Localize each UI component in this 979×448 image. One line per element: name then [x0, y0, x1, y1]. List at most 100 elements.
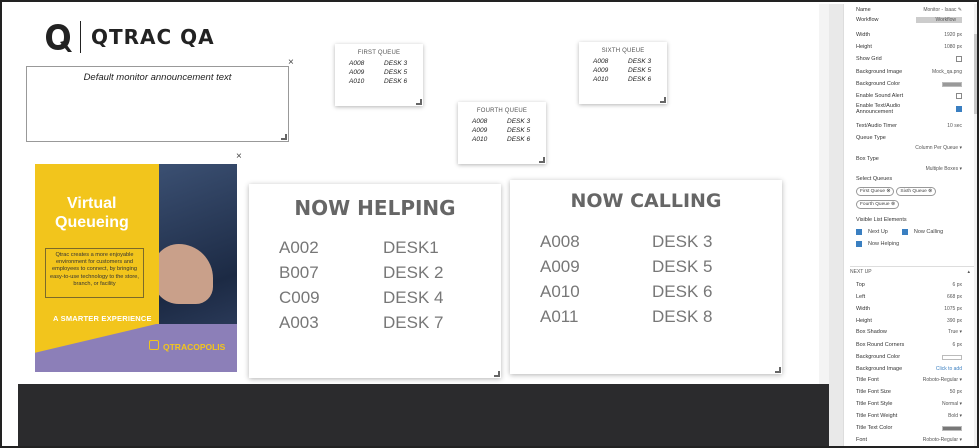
setting-timer[interactable]: Text/Audio Timer 10 sec — [856, 123, 962, 129]
box-type-select[interactable]: Multiple Boxes ▾ — [856, 166, 962, 172]
now-helping-checkbox[interactable] — [856, 241, 862, 247]
chevron-down-icon: ▾ — [959, 437, 962, 443]
chevron-down-icon: ▾ — [959, 377, 962, 383]
resize-handle-icon[interactable] — [775, 367, 781, 373]
resize-handle-icon[interactable] — [494, 371, 500, 377]
promo-image[interactable]: Virtual Queueing Qtrac creates a more en… — [35, 164, 237, 372]
scrollbar-thumb[interactable] — [974, 34, 977, 114]
queue-row: A008 DESK 3 — [472, 118, 531, 125]
setting-left[interactable]: Left 668 px — [856, 294, 962, 300]
panel-scrollbar[interactable] — [974, 4, 977, 446]
queue-card-title: FIRST QUEUE — [357, 50, 401, 56]
monitor-canvas: QTRAC QA Default monitor announcement te… — [4, 4, 829, 384]
now-calling-card[interactable]: NOW CALLING A008 DESK 3 A009 DESK 5 A010 DE… — [510, 180, 782, 374]
table-row: A002 DESK1 — [279, 238, 439, 257]
resize-handle-icon[interactable] — [539, 157, 545, 163]
show-grid-checkbox[interactable] — [956, 56, 962, 62]
color-swatch[interactable] — [942, 425, 962, 431]
announcement-box[interactable]: Default monitor announcement text — [26, 66, 289, 142]
visible-elements-row-2: Now Helping — [856, 241, 962, 247]
logo: QTRAC QA — [44, 20, 215, 54]
chevron-down-icon: ▾ — [959, 166, 962, 172]
setting-show-grid[interactable]: Show Grid — [856, 56, 962, 62]
queue-card-first[interactable]: FIRST QUEUE A008 DESK 3 A009 DESK 5 A010 DE… — [335, 44, 423, 106]
app-frame: QTRAC QA Default monitor announcement te… — [0, 0, 979, 448]
setting-title-text-color[interactable]: Title Text Color — [856, 425, 962, 431]
queue-row: A008 DESK 3 — [593, 58, 652, 65]
announcement-close-icon[interactable]: × — [288, 58, 294, 68]
canvas-edge — [819, 4, 829, 384]
setting-title-font-size[interactable]: Title Font Size 50 px — [856, 389, 962, 395]
resize-handle-icon[interactable] — [416, 99, 422, 105]
setting-title-font[interactable]: Title Font Roboto-Regular ▾ — [856, 377, 962, 383]
sound-alert-checkbox[interactable] — [956, 93, 962, 99]
setting-queue-type: Queue Type — [856, 135, 886, 141]
now-calling-checkbox[interactable] — [901, 229, 908, 235]
brand-icon — [149, 340, 159, 350]
setting-visible-list: Visible List Elements — [856, 217, 907, 223]
promo-tagline: A SMARTER EXPERIENCE — [53, 314, 152, 323]
setting-title-font-style[interactable]: Title Font Style Normal ▾ — [856, 401, 962, 407]
queue-card-title: FOURTH QUEUE — [476, 108, 528, 114]
setting-tts[interactable]: Enable Text/Audio Announcement — [856, 103, 962, 115]
chevron-down-icon: ▾ — [959, 401, 962, 407]
table-row: A009 DESK 5 — [540, 257, 713, 276]
queue-type-select[interactable]: Column Per Queue ▾ — [856, 145, 962, 151]
setting-top[interactable]: Top 6 px — [856, 282, 962, 288]
queue-chips-row: First Queue ⊗ Sixth Queue ⊗ — [856, 187, 962, 196]
queue-card-sixth[interactable]: SIXTH QUEUE A008 DESK 3 A009 DESK 5 A010 DE… — [579, 42, 667, 104]
resize-handle-icon[interactable] — [281, 134, 287, 140]
color-swatch[interactable] — [942, 354, 962, 360]
setting-name[interactable]: Name Monitor - Isaac ✎ — [856, 7, 962, 13]
setting-width-2[interactable]: Width 1075 px — [856, 306, 962, 312]
table-row: A008 DESK 3 — [540, 232, 713, 251]
promo-brand: QTRACOPOLIS — [163, 342, 226, 352]
setting-height-2[interactable]: Height 390 px — [856, 318, 962, 324]
setting-font[interactable]: Font Roboto-Regular ▾ — [856, 437, 962, 443]
table-row: B007 DESK 2 — [279, 263, 444, 282]
resize-handle-icon[interactable] — [660, 97, 666, 103]
promo-title: Virtual Queueing — [55, 195, 129, 231]
setting-background-image[interactable]: Background Image Mock_qa.png — [856, 69, 962, 75]
promo-body-text: Qtrac creates a more enjoyable environme… — [45, 248, 144, 298]
setting-round-corners[interactable]: Box Round Corners 6 px — [856, 342, 962, 348]
tts-checkbox[interactable] — [956, 106, 962, 112]
queue-chips-row-2: Fourth Queue ⊗ — [856, 200, 962, 209]
chevron-up-icon: ▴ — [967, 269, 970, 275]
setting-background-color-2[interactable]: Background Color — [856, 354, 962, 360]
table-row: A003 DESK 7 — [279, 313, 444, 332]
setting-sound-alert[interactable]: Enable Sound Alert — [856, 93, 962, 99]
monitor-footer — [18, 384, 829, 446]
next-up-checkbox[interactable] — [856, 229, 862, 235]
setting-background-image-2[interactable]: Background Image Click to add — [856, 366, 962, 372]
chevron-down-icon: ▾ — [959, 413, 962, 419]
color-swatch[interactable] — [942, 81, 962, 87]
visible-elements-row: Next Up Now Calling — [856, 229, 962, 235]
panel-gutter — [829, 4, 843, 446]
queue-row: A008 DESK 3 — [349, 60, 408, 67]
left-gutter — [4, 384, 18, 446]
edit-icon[interactable]: ✎ — [958, 7, 962, 13]
section-header-next-up[interactable]: NEXT UP ▴ — [850, 266, 974, 275]
setting-workflow[interactable]: Workflow Workflow — [856, 17, 962, 23]
setting-width[interactable]: Width 1920 px — [856, 32, 962, 38]
queue-card-fourth[interactable]: FOURTH QUEUE A008 DESK 3 A009 DESK 5 A010 D… — [458, 102, 546, 164]
announcement-text: Default monitor announcement text — [83, 72, 232, 83]
setting-box-shadow[interactable]: Box Shadow True ▾ — [856, 329, 962, 335]
queue-row: A009 DESK 5 — [349, 69, 408, 76]
now-helping-card[interactable]: NOW HELPING A002 DESK1 B007 DESK 2 C009 DES… — [249, 184, 501, 378]
setting-title-font-weight[interactable]: Title Font Weight Bold ▾ — [856, 413, 962, 419]
queue-row: A010 DESK 6 — [593, 76, 652, 83]
queue-chip[interactable]: Sixth Queue ⊗ — [896, 187, 937, 196]
promo-close-icon[interactable]: × — [236, 152, 242, 162]
logo-divider — [80, 21, 81, 53]
setting-box-type: Box Type — [856, 156, 879, 162]
queue-row: A009 DESK 5 — [593, 67, 652, 74]
setting-background-color[interactable]: Background Color — [856, 81, 962, 87]
queue-row: A010 DESK 6 — [349, 78, 408, 85]
setting-height[interactable]: Height 1080 px — [856, 44, 962, 50]
logo-text: QTRAC QA — [91, 25, 215, 49]
queue-row: A010 DESK 6 — [472, 136, 531, 143]
queue-chip[interactable]: First Queue ⊗ — [856, 187, 895, 196]
queue-chip[interactable]: Fourth Queue ⊗ — [856, 200, 899, 209]
